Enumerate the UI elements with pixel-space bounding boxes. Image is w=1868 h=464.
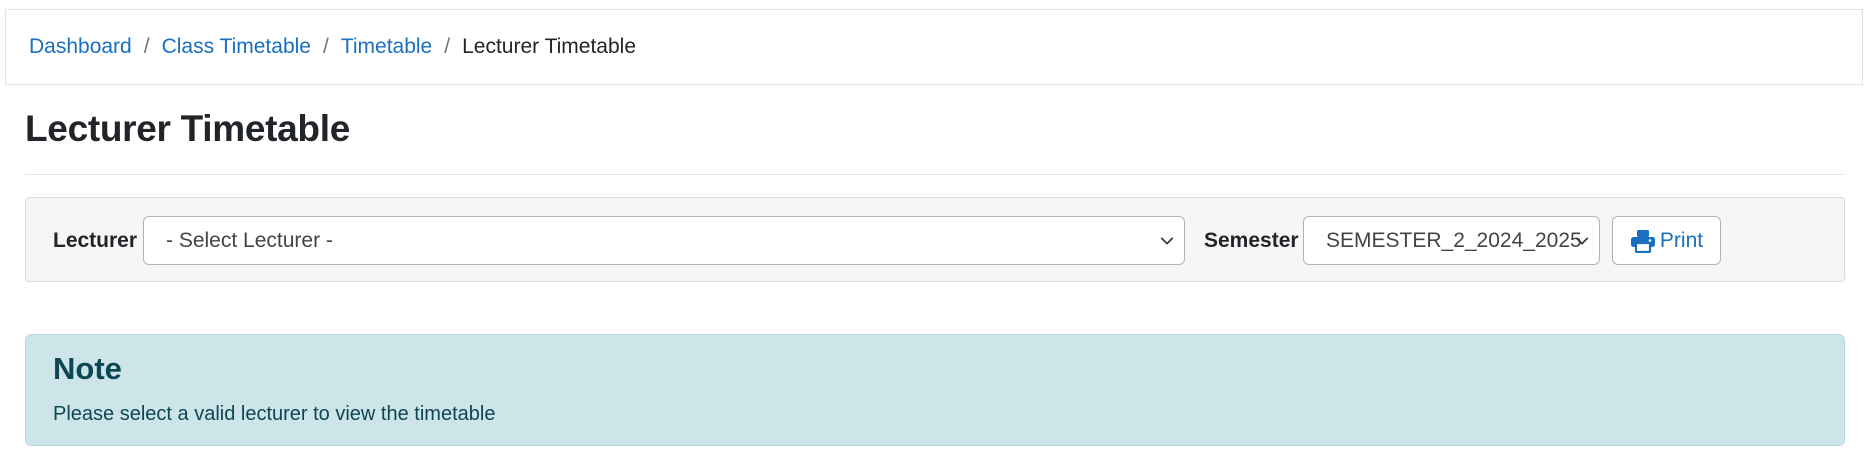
- semester-select-value: SEMESTER_2_2024_2025: [1326, 228, 1582, 252]
- title-divider: [25, 174, 1845, 175]
- semester-select[interactable]: SEMESTER_2_2024_2025: [1303, 216, 1600, 265]
- chevron-down-icon: [1575, 237, 1589, 244]
- lecturer-select-value: - Select Lecturer -: [166, 228, 333, 252]
- print-button[interactable]: Print: [1612, 216, 1721, 265]
- breadcrumb-separator: /: [322, 35, 329, 58]
- breadcrumb-link-class-timetable[interactable]: Class Timetable: [162, 35, 311, 59]
- lecturer-label: Lecturer: [53, 228, 138, 252]
- chevron-down-icon: [1160, 237, 1174, 244]
- breadcrumb-separator: /: [143, 35, 150, 58]
- print-button-label: Print: [1659, 228, 1704, 252]
- page-title: Lecturer Timetable: [25, 108, 350, 149]
- semester-label: Semester: [1204, 228, 1299, 252]
- note-title: Note: [53, 351, 122, 386]
- breadcrumb-separator: /: [444, 35, 451, 58]
- breadcrumb-link-dashboard[interactable]: Dashboard: [29, 35, 132, 59]
- lecturer-select[interactable]: - Select Lecturer -: [143, 216, 1185, 265]
- breadcrumb: Dashboard / Class Timetable / Timetable …: [5, 9, 1863, 85]
- breadcrumb-link-timetable[interactable]: Timetable: [341, 35, 432, 59]
- breadcrumb-current: Lecturer Timetable: [462, 35, 637, 58]
- filter-card: Lecturer - Select Lecturer - Semester SE…: [25, 197, 1845, 282]
- note-message: Please select a valid lecturer to view t…: [53, 403, 496, 425]
- note-alert: Note Please select a valid lecturer to v…: [25, 334, 1845, 446]
- printer-icon: [1630, 229, 1655, 253]
